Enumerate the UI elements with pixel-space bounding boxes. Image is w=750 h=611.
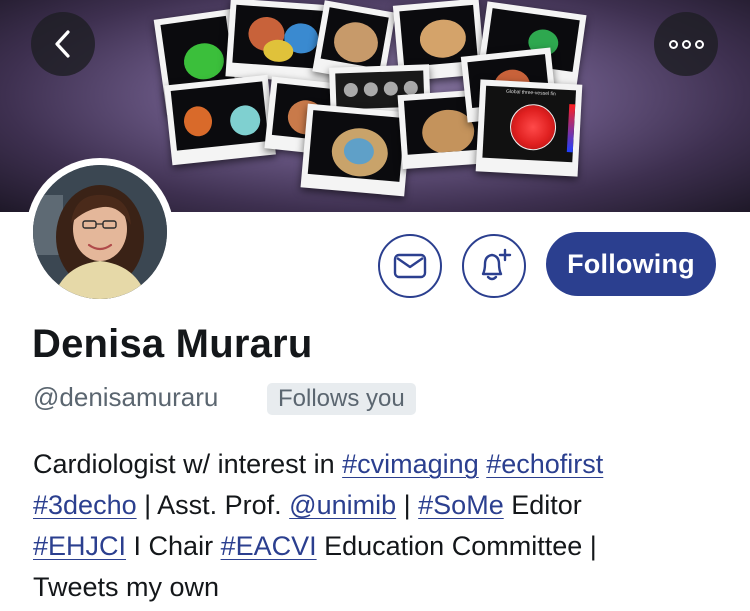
- hashtag-link[interactable]: #EACVI: [221, 531, 317, 561]
- bio-text: Editor: [503, 490, 582, 520]
- banner-chart-title: Global three-vessel fin: [505, 88, 556, 98]
- bio-text: I Chair: [126, 531, 221, 561]
- following-button[interactable]: Following: [546, 232, 716, 296]
- avatar-portrait: [33, 165, 167, 299]
- hashtag-link[interactable]: #SoMe: [418, 490, 504, 520]
- mention-link[interactable]: @unimib: [289, 490, 396, 520]
- profile-name: Denisa Muraru: [32, 322, 313, 366]
- bio-line: #EHJCI I Chair #EACVI Education Committe…: [33, 526, 733, 567]
- bio-line: #3decho | Asst. Prof. @unimib | #SoMe Ed…: [33, 485, 733, 526]
- message-button[interactable]: [378, 234, 442, 298]
- bio-text: Cardiologist w/ interest in: [33, 449, 343, 479]
- banner-bullseye-chart: Global three-vessel fin: [475, 79, 583, 177]
- bio-text: |: [396, 490, 419, 520]
- bio-line: Cardiologist w/ interest in #cvimaging #…: [33, 444, 733, 485]
- bio-text: | Asst. Prof.: [136, 490, 290, 520]
- bio-text: Tweets my own: [33, 572, 220, 602]
- bio-text: Education Committee |: [316, 531, 597, 561]
- hashtag-link[interactable]: #3decho: [33, 490, 137, 520]
- notifications-button[interactable]: [462, 234, 526, 298]
- banner-photo: [300, 103, 412, 197]
- chevron-left-icon: [55, 30, 70, 58]
- mail-icon: [393, 253, 427, 279]
- bell-plus-icon: [481, 248, 512, 281]
- banner-photo: [164, 74, 276, 166]
- bio-line: Tweets my own: [33, 567, 733, 608]
- more-options-button[interactable]: [654, 12, 718, 76]
- hashtag-link[interactable]: #EHJCI: [33, 531, 126, 561]
- profile-bio: Cardiologist w/ interest in #cvimaging #…: [33, 444, 733, 608]
- hashtag-link[interactable]: #echofirst: [486, 449, 603, 479]
- follows-you-badge: Follows you: [267, 383, 416, 415]
- profile-handle: @denisamuraru: [33, 382, 219, 412]
- avatar[interactable]: [26, 158, 174, 306]
- hashtag-link[interactable]: #cvimaging: [342, 449, 479, 479]
- back-button[interactable]: [31, 12, 95, 76]
- more-horizontal-icon: [668, 39, 704, 49]
